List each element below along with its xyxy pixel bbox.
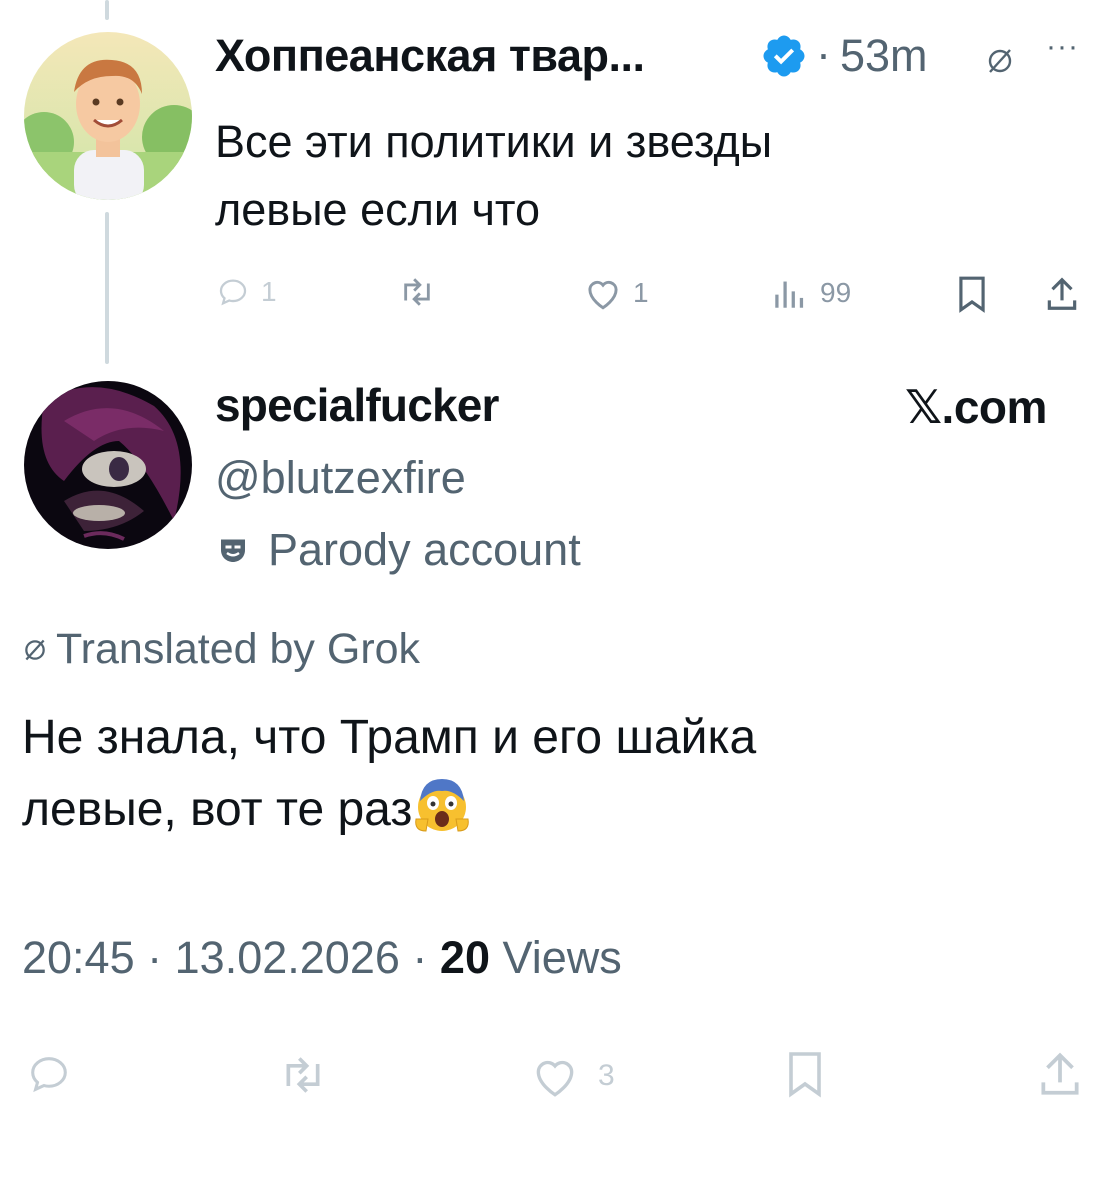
reply-action[interactable]	[25, 1051, 73, 1097]
reply-date[interactable]: 13.02.2026	[175, 932, 400, 983]
reply-avatar-image	[24, 381, 192, 549]
reply-author-name[interactable]: specialfucker	[215, 378, 499, 432]
retweet-action[interactable]	[276, 1053, 330, 1097]
share-action[interactable]	[1035, 1049, 1085, 1099]
reply-icon	[31, 1057, 67, 1093]
parody-account-label: Parody account	[215, 524, 581, 576]
parent-tweet-text: Все эти политики и звезды левые если что	[215, 108, 1095, 244]
thread-line	[105, 212, 109, 364]
like-action[interactable]: 1	[583, 275, 649, 311]
parent-avatar[interactable]	[24, 32, 192, 200]
views-count: 20	[439, 932, 490, 983]
reply-meta: 20:45 · 13.02.2026 · 20 Views	[22, 932, 622, 984]
grok-translate-icon[interactable]	[985, 46, 1015, 76]
views-count: 99	[820, 277, 852, 308]
meta-separator: ·	[412, 932, 428, 983]
reply-author-handle[interactable]: @blutzexfire	[215, 452, 466, 504]
meta-separator: ·	[816, 28, 831, 79]
reply-count: 1	[261, 276, 277, 307]
reply-action[interactable]: 1	[215, 275, 277, 309]
bookmark-icon	[789, 1052, 821, 1098]
parody-account-text: Parody account	[268, 524, 581, 575]
x-brand-label: 𝕏.com	[905, 381, 1047, 433]
like-count: 3	[598, 1059, 615, 1092]
reply-tweet-line-2: левые, вот те раз	[22, 774, 1082, 846]
share-icon	[1047, 277, 1077, 310]
like-count: 1	[633, 277, 649, 308]
more-options-icon[interactable]: ···	[1046, 30, 1079, 64]
share-action[interactable]	[1043, 275, 1081, 313]
reply-tweet-text: Не знала, что Трамп и его шайка левые, в…	[22, 702, 1082, 846]
reply-tweet-line-2-text: левые, вот те раз	[22, 783, 413, 836]
reply-icon	[219, 279, 247, 306]
bookmark-icon	[959, 276, 985, 313]
meta-separator: ·	[147, 932, 163, 983]
parent-timestamp[interactable]: 53m	[840, 30, 928, 82]
views-label: Views	[502, 932, 622, 983]
views-icon	[775, 281, 804, 308]
heart-icon	[588, 280, 618, 310]
views-action[interactable]: 99	[770, 275, 851, 311]
reply-time[interactable]: 20:45	[22, 932, 135, 983]
translated-by-grok[interactable]: Translated by Grok	[22, 625, 420, 674]
like-action[interactable]: 3	[530, 1053, 615, 1099]
parent-tweet-line-2: левые если что	[215, 184, 541, 235]
translated-label: Translated by Grok	[56, 625, 421, 673]
retweet-icon	[404, 278, 430, 306]
grok-icon	[25, 639, 45, 660]
retweet-icon	[286, 1057, 320, 1093]
retweet-action[interactable]	[397, 275, 437, 309]
reply-tweet-line-1: Не знала, что Трамп и его шайка	[22, 711, 757, 764]
verified-badge-icon	[763, 35, 805, 77]
reply-avatar[interactable]	[24, 381, 192, 549]
screaming-face-emoji-icon	[415, 779, 470, 832]
parent-author-name[interactable]: Хоппеанская твар...	[215, 30, 645, 82]
share-icon	[1041, 1052, 1079, 1095]
heart-icon	[536, 1060, 574, 1097]
parent-tweet-line-1: Все эти политики и звезды	[215, 116, 773, 167]
parody-mask-icon	[221, 539, 245, 562]
parent-avatar-image	[24, 32, 192, 200]
thread-line-top	[105, 0, 109, 20]
bookmark-action[interactable]	[785, 1049, 825, 1099]
bookmark-action[interactable]	[955, 275, 989, 313]
